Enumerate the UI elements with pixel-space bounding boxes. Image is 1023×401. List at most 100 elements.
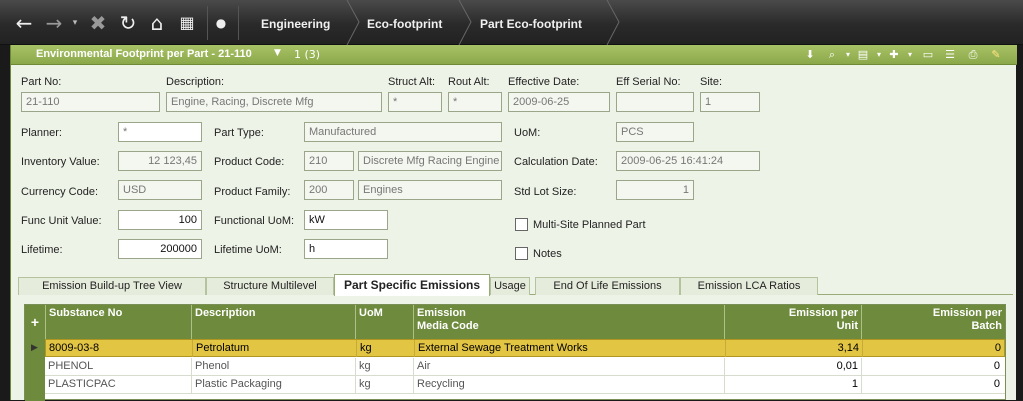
cell-uom[interactable]: kg (356, 340, 414, 357)
breadcrumb-eco-footprint[interactable]: Eco-footprint (367, 0, 442, 45)
history-dropdown-icon[interactable]: ▾ (68, 11, 82, 35)
cell-description[interactable]: Phenol (191, 358, 355, 375)
product-family-label: Product Family: (214, 186, 291, 198)
description-field[interactable]: Engine, Racing, Discrete Mfg (166, 92, 382, 112)
cell-description[interactable]: Plastic Packaging (191, 376, 355, 393)
report-icon[interactable]: ⎙ (966, 48, 980, 62)
table-row[interactable]: 8009-03-8 Petrolatum kg External Sewage … (45, 339, 1005, 357)
save-dropdown-icon[interactable]: ▾ (872, 48, 886, 62)
column-header-description[interactable]: Description (191, 305, 355, 339)
description-label: Description: (166, 76, 225, 88)
populate-icon[interactable]: ⬇ (803, 48, 817, 62)
cell-emission-per-batch[interactable]: 0 (861, 358, 1003, 375)
func-unit-value-field[interactable]: 100 (118, 210, 202, 230)
column-header-substance-no[interactable]: Substance No (45, 305, 191, 339)
rout-alt-field[interactable]: * (448, 92, 502, 112)
cell-substance-no[interactable]: PHENOL (45, 358, 191, 375)
close-icon[interactable]: ✖ (86, 11, 110, 35)
cell-description[interactable]: Petrolatum (192, 340, 356, 357)
notes-icon[interactable]: ✎ (989, 48, 1003, 62)
table-row[interactable]: PLASTICPAC Plastic Packaging kg Recyclin… (45, 376, 1005, 394)
site-label: Site: (700, 76, 723, 88)
std-lot-size-label: Std Lot Size: (514, 186, 577, 198)
emissions-table: + Substance No Description UoM Emission … (24, 304, 1006, 401)
planner-field[interactable]: * (118, 122, 202, 142)
inventory-value-field[interactable]: 12 123,45 (118, 151, 202, 171)
product-code-label: Product Code: (214, 156, 285, 168)
lifetime-field[interactable]: 200000 (118, 239, 202, 259)
std-lot-size-field[interactable]: 1 (616, 180, 694, 200)
cell-emission-per-batch[interactable]: 0 (861, 376, 1003, 393)
grid-menu-icon[interactable]: ▦ (175, 11, 199, 35)
breadcrumb-engineering[interactable]: Engineering (261, 0, 330, 45)
cell-emission-media-code[interactable]: External Sewage Treatment Works (414, 340, 725, 357)
cell-uom[interactable]: kg (355, 358, 413, 375)
breadcrumb-part-eco-footprint[interactable]: Part Eco-footprint (480, 0, 582, 45)
lifetime-uom-field[interactable]: h (304, 239, 388, 259)
forward-arrow-icon[interactable]: → (42, 11, 66, 35)
divider (238, 6, 239, 40)
tab-end-of-life-emissions[interactable]: End Of Life Emissions (535, 277, 680, 295)
cell-emission-per-unit[interactable]: 1 (724, 376, 861, 393)
calculation-date-field[interactable]: 2009-06-25 16:41:24 (616, 151, 760, 171)
functional-uom-field[interactable]: kW (304, 210, 388, 230)
product-family-field[interactable]: 200 (304, 180, 354, 200)
refresh-icon[interactable]: ↻ (116, 11, 140, 35)
eff-serial-no-field[interactable] (616, 92, 694, 112)
record-dropdown-icon[interactable]: ▼ (274, 48, 281, 58)
column-header-uom[interactable]: UoM (355, 305, 413, 339)
column-header-emission-media-code[interactable]: Emission Media Code (413, 305, 724, 339)
tab-part-specific-emissions[interactable]: Part Specific Emissions (334, 274, 490, 296)
currency-code-field[interactable]: USD (118, 180, 202, 200)
document-icon[interactable]: ▭ (921, 48, 935, 62)
bullet-icon: ● (215, 16, 227, 30)
cell-substance-no[interactable]: PLASTICPAC (45, 376, 191, 393)
cell-emission-per-batch[interactable]: 0 (862, 340, 1004, 357)
cell-uom[interactable]: kg (355, 376, 413, 393)
table-row[interactable]: PHENOL Phenol kg Air 0,01 0 (45, 358, 1005, 376)
search-icon[interactable]: ⌕ (825, 48, 839, 62)
table-view-icon[interactable]: ☰ (943, 48, 957, 62)
table-header: + Substance No Description UoM Emission … (25, 305, 1005, 339)
part-type-field[interactable]: Manufactured (304, 122, 502, 142)
product-code-description-field[interactable]: Discrete Mfg Racing Engine (358, 151, 502, 171)
cell-emission-media-code[interactable]: Air (413, 358, 724, 375)
uom-label: UoM: (514, 127, 541, 139)
tab-emission-build-up-tree-view[interactable]: Emission Build-up Tree View (18, 277, 206, 295)
struct-alt-label: Struct Alt: (388, 76, 436, 88)
site-field[interactable]: 1 (700, 92, 760, 112)
save-icon[interactable]: ▤ (856, 48, 870, 62)
product-code-field[interactable]: 210 (304, 151, 354, 171)
record-count: 1 (3) (294, 48, 321, 61)
divider (207, 6, 208, 40)
effective-date-label: Effective Date: (508, 76, 580, 88)
column-header-emission-per-batch[interactable]: Emission per Batch (861, 305, 1005, 339)
calculation-date-label: Calculation Date: (514, 156, 598, 168)
tab-usage[interactable]: Usage (490, 277, 530, 295)
uom-field[interactable]: PCS (616, 122, 694, 142)
new-record-icon[interactable]: ✚ (887, 48, 901, 62)
cell-emission-media-code[interactable]: Recycling (413, 376, 724, 393)
struct-alt-field[interactable]: * (388, 92, 442, 112)
cell-emission-per-unit[interactable]: 0,01 (724, 358, 861, 375)
new-dropdown-icon[interactable]: ▾ (903, 48, 917, 62)
top-navigation-bar: ← → ▾ ✖ ↻ ⌂ ▦ ● Engineering Eco-footprin… (0, 0, 1023, 45)
search-dropdown-icon[interactable]: ▾ (841, 48, 855, 62)
multi-site-planned-part-checkbox[interactable] (515, 218, 528, 231)
notes-checkbox[interactable] (515, 247, 528, 260)
functional-uom-label: Functional UoM: (214, 215, 295, 227)
breadcrumb-separator-icon (458, 0, 472, 45)
part-no-field[interactable]: 21-110 (21, 92, 160, 112)
tab-emission-lca-ratios[interactable]: Emission LCA Ratios (680, 277, 818, 295)
home-icon[interactable]: ⌂ (145, 11, 169, 35)
tab-structure-multilevel[interactable]: Structure Multilevel (206, 277, 334, 295)
column-header-emission-per-unit[interactable]: Emission per Unit (724, 305, 861, 339)
lifetime-label: Lifetime: (21, 244, 63, 256)
effective-date-field[interactable]: 2009-06-25 (508, 92, 610, 112)
cell-substance-no[interactable]: 8009-03-8 (46, 340, 192, 357)
cell-emission-per-unit[interactable]: 3,14 (725, 340, 862, 357)
product-family-description-field[interactable]: Engines (358, 180, 502, 200)
add-row-icon[interactable]: + (25, 305, 45, 339)
part-no-label: Part No: (21, 76, 62, 88)
back-arrow-icon[interactable]: ← (12, 11, 36, 35)
